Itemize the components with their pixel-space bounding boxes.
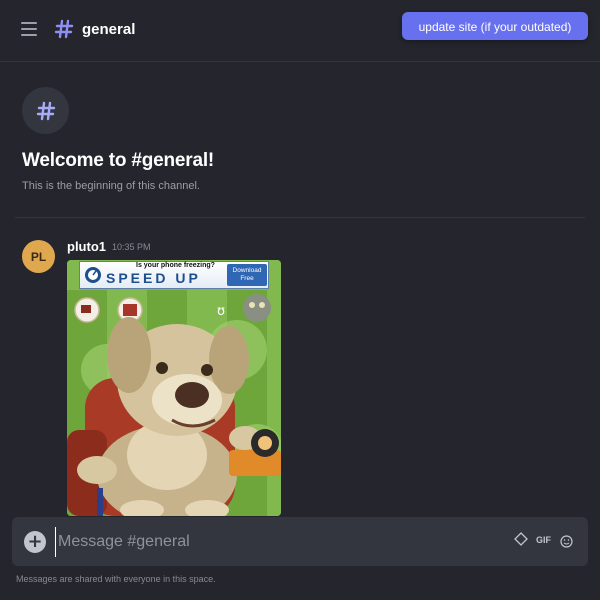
gif-button[interactable]: GIF — [536, 535, 551, 545]
message-author[interactable]: pluto1 — [67, 239, 106, 254]
add-attachment-button[interactable]: + — [24, 531, 46, 553]
welcome-subtitle: This is the beginning of this channel. — [22, 180, 200, 192]
chat-app: general update site (if your outdated) W… — [0, 0, 600, 600]
hash-icon — [54, 19, 74, 39]
ad-headline: Is your phone freezing? — [136, 262, 215, 269]
menu-icon[interactable] — [21, 22, 37, 36]
ad-title: SPEED UP — [106, 270, 201, 286]
message-timestamp: 10:35 PM — [112, 242, 151, 252]
divider — [15, 217, 585, 218]
emoji-icon[interactable] — [560, 535, 573, 548]
hash-icon — [36, 101, 55, 120]
avatar[interactable]: PL — [22, 240, 55, 273]
update-site-button[interactable]: update site (if your outdated) — [402, 12, 588, 40]
message-image-attachment[interactable]: ʊ Is your phone freezing? SPEED UP Downl… — [67, 260, 281, 516]
channel-avatar — [22, 87, 69, 134]
sticker-icon[interactable] — [514, 532, 528, 546]
channel-title: general — [82, 21, 136, 38]
welcome-title: Welcome to #general! — [22, 150, 215, 171]
composer-footer-note: Messages are shared with everyone in thi… — [16, 574, 216, 584]
channel-header: general update site (if your outdated) — [0, 0, 600, 62]
message-input[interactable] — [55, 527, 495, 557]
ad-banner[interactable]: Is your phone freezing? SPEED UP Downloa… — [79, 261, 269, 289]
speed-gauge-icon — [85, 267, 101, 283]
attachment-illustration: ʊ — [67, 260, 281, 516]
ad-download-button[interactable]: Download Free — [227, 264, 267, 286]
message-composer: + GIF — [12, 517, 588, 566]
svg-text:ʊ: ʊ — [217, 304, 225, 319]
